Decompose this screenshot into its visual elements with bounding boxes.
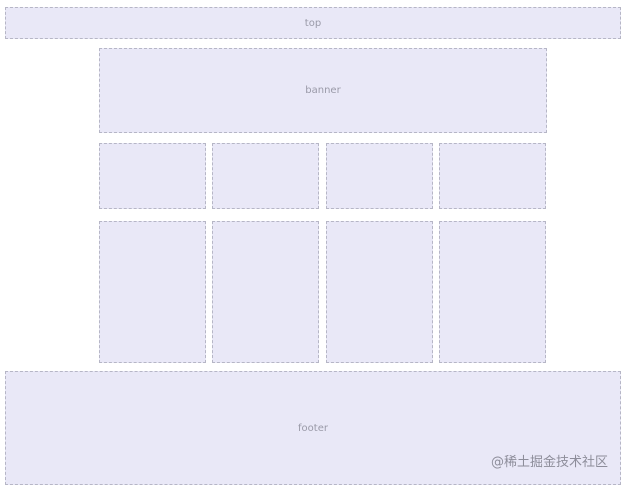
grid-cell-row2-col2 [212, 221, 319, 363]
grid-cell-row1-col2 [212, 143, 319, 209]
grid-cell-row2-col3 [326, 221, 433, 363]
top-box: top [5, 7, 621, 39]
grid-cell-row2-col4 [439, 221, 546, 363]
banner-label: banner [305, 85, 341, 96]
footer-label: footer [298, 422, 328, 434]
top-label: top [304, 17, 322, 29]
grid-cell-row1-col1 [99, 143, 206, 209]
banner-box: banner [99, 48, 547, 133]
watermark-text: @稀土掘金技术社区 [490, 455, 608, 470]
footer-box: footer @稀土掘金技术社区 [5, 371, 621, 485]
grid-cell-row2-col1 [99, 221, 206, 363]
grid-cell-row1-col4 [439, 143, 546, 209]
grid-cell-row1-col3 [326, 143, 433, 209]
